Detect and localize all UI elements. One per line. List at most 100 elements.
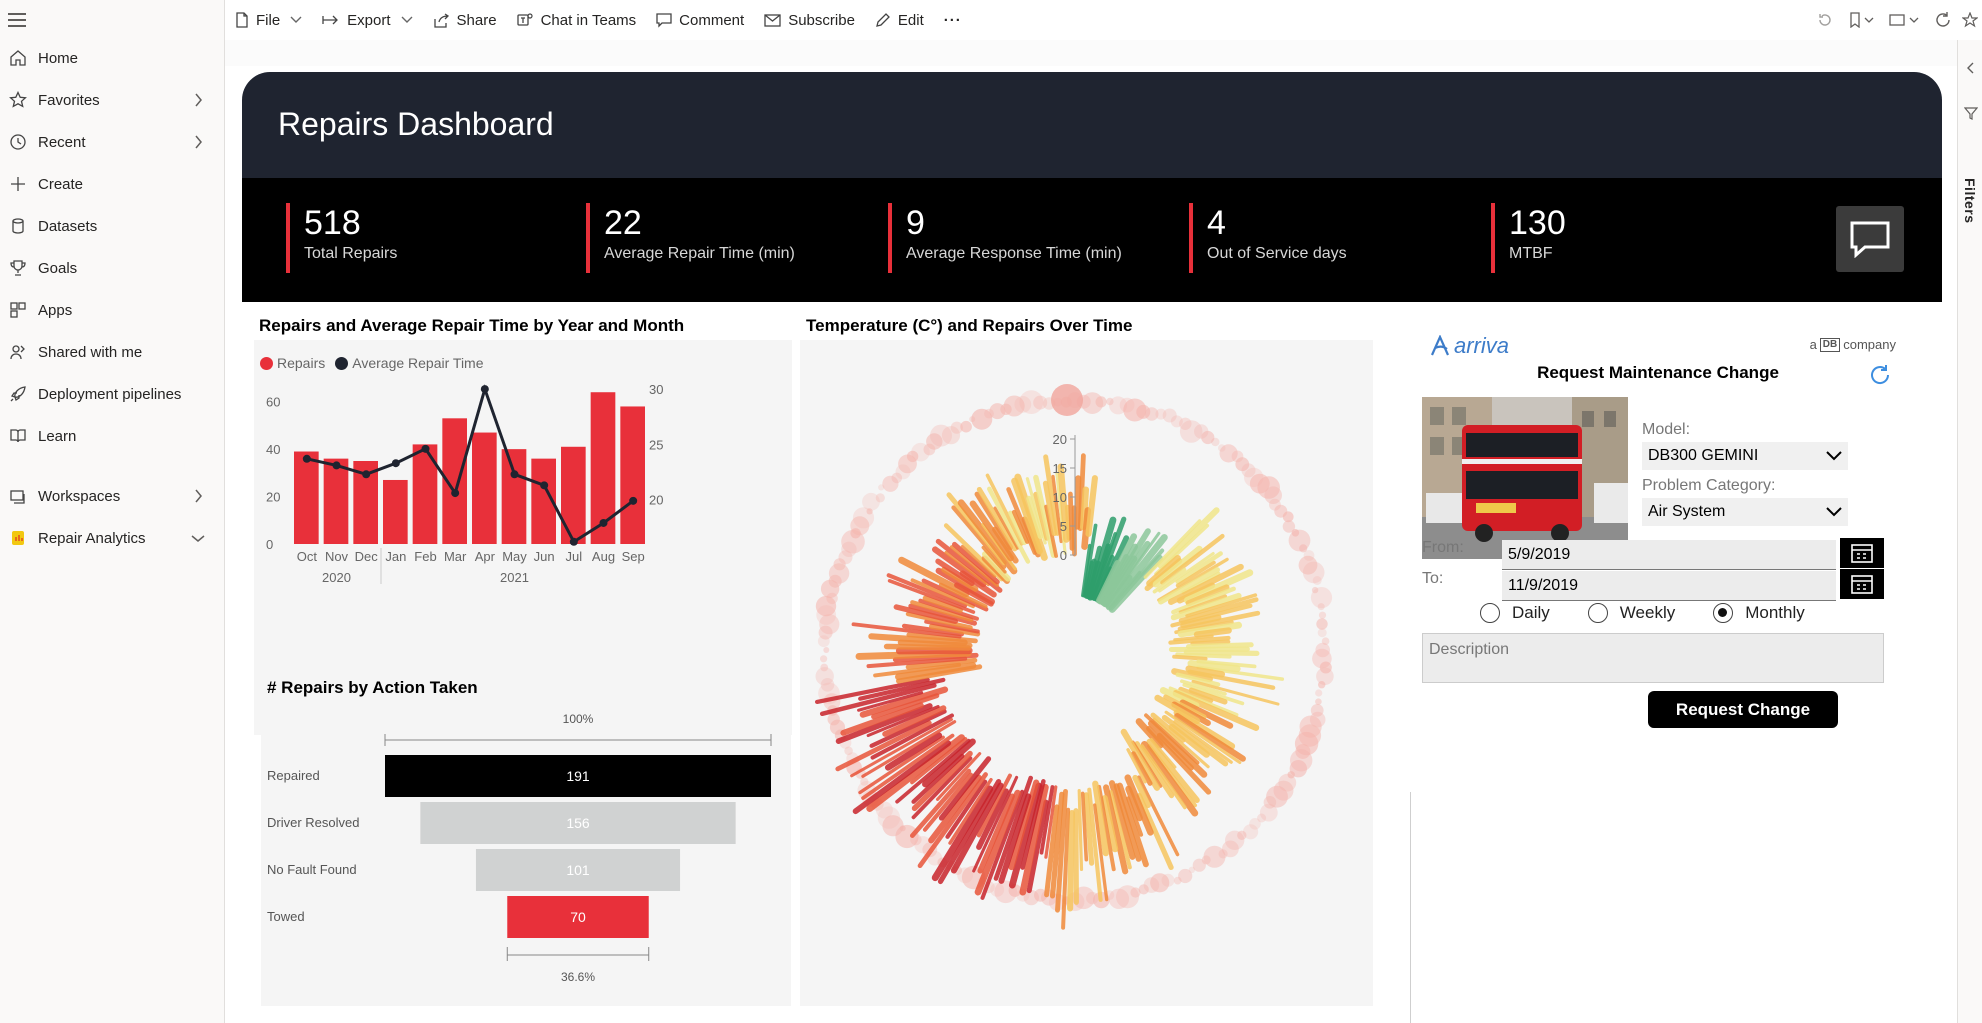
kpi-label: Average Repair Time (min) <box>604 245 795 263</box>
point-mar <box>451 489 459 497</box>
bar-may <box>502 449 527 544</box>
point-dec <box>362 470 370 478</box>
kpi-average-response-time: 9 Average Response Time (min) <box>888 203 1122 273</box>
nav-label: Workspaces <box>38 488 120 505</box>
point-may <box>511 470 519 478</box>
chart-repairs-title: Repairs and Average Repair Time by Year … <box>259 316 684 336</box>
filters-pane[interactable]: Filters <box>1957 40 1982 1023</box>
share-icon <box>433 13 450 28</box>
chevron-left-icon[interactable] <box>1966 62 1976 74</box>
funnel-category-label: Towed <box>267 909 305 924</box>
x-tick-label: Apr <box>475 549 496 564</box>
nav-label: Deployment pipelines <box>38 386 181 403</box>
repairs-bubble <box>1318 628 1327 637</box>
report-title: Repairs Dashboard <box>278 106 554 143</box>
radio-daily[interactable]: Daily <box>1480 603 1550 623</box>
nav-item-repair-analytics[interactable]: Repair Analytics <box>0 520 225 556</box>
hamburger-menu-icon[interactable] <box>8 13 26 27</box>
model-dropdown[interactable]: DB300 GEMINI <box>1642 442 1848 470</box>
point-oct <box>303 455 311 463</box>
pencil-icon <box>875 12 891 28</box>
chat-button[interactable] <box>1836 206 1904 272</box>
y-right-tick-label: 30 <box>649 382 663 397</box>
temperature-petal <box>1186 652 1257 653</box>
repairs-bubble <box>1315 689 1322 696</box>
radio-circle-selected <box>1713 603 1733 623</box>
chart-temperature-svg: 05101520 <box>800 340 1373 1006</box>
refresh-icon[interactable] <box>1928 0 1958 40</box>
nav-item-home[interactable]: Home <box>0 40 225 76</box>
description-input[interactable]: Description <box>1422 633 1884 683</box>
edit-button[interactable]: Edit <box>865 0 934 40</box>
temperature-petal <box>1189 645 1252 647</box>
nav-item-datasets[interactable]: Datasets <box>0 208 225 244</box>
to-date-input[interactable]: 11/9/2019 <box>1502 571 1836 601</box>
kpi-value: 518 <box>304 203 397 243</box>
nav-item-apps[interactable]: Apps <box>0 292 225 328</box>
funnel-category-label: No Fault Found <box>267 862 357 877</box>
temperature-petal <box>1076 811 1077 903</box>
reset-icon[interactable] <box>1810 0 1840 40</box>
legend-marker-average-repair-time <box>335 357 348 370</box>
nav-label: Datasets <box>38 218 97 235</box>
repairs-bubble <box>820 655 827 662</box>
toolbar-right-actions <box>1810 0 1982 40</box>
form-divider <box>1410 792 1411 1023</box>
nav-label: Favorites <box>38 92 100 109</box>
nav-label: Recent <box>38 134 86 151</box>
nav-item-goals[interactable]: Goals <box>0 250 225 286</box>
y-left-tick-label: 0 <box>266 537 273 552</box>
chat-in-teams-button[interactable]: Chat in Teams <box>507 0 647 40</box>
repairs-bubble <box>1316 618 1327 629</box>
calendar-icon <box>1851 574 1873 594</box>
bookmark-icon[interactable] <box>1840 0 1882 40</box>
file-menu[interactable]: File <box>225 0 312 40</box>
radio-monthly[interactable]: Monthly <box>1713 603 1805 623</box>
nav-item-shared-with-me[interactable]: Shared with me <box>0 334 225 370</box>
nav-item-create[interactable]: Create <box>0 166 225 202</box>
chat-in-teams-label: Chat in Teams <box>541 12 637 29</box>
refresh-icon[interactable] <box>1868 363 1892 387</box>
share-button[interactable]: Share <box>423 0 507 40</box>
more-options-button[interactable]: ··· <box>934 0 972 40</box>
view-icon[interactable] <box>1882 0 1928 40</box>
repairs-bubble-peak <box>1051 384 1083 416</box>
share-label: Share <box>457 12 497 29</box>
nav-item-learn[interactable]: Learn <box>0 418 225 454</box>
comment-button[interactable]: Comment <box>646 0 754 40</box>
point-aug <box>600 519 608 527</box>
file-icon <box>235 12 249 28</box>
x-tick-label: Jul <box>566 549 583 564</box>
request-change-button[interactable]: Request Change <box>1648 691 1838 728</box>
nav-item-favorites[interactable]: Favorites <box>0 82 225 118</box>
temperature-petal <box>1070 813 1072 908</box>
funnel-category-label: Driver Resolved <box>267 815 359 830</box>
kpi-mtbf: 130 MTBF <box>1491 203 1566 273</box>
nav-item-workspaces[interactable]: Workspaces <box>0 478 225 514</box>
funnel-value-label: 101 <box>566 862 590 878</box>
temperature-petal <box>1174 657 1206 659</box>
apps-icon <box>0 301 30 319</box>
radio-weekly[interactable]: Weekly <box>1588 603 1675 623</box>
mail-icon <box>764 14 781 27</box>
model-value: DB300 GEMINI <box>1648 447 1758 465</box>
problem-category-dropdown[interactable]: Air System <box>1642 498 1848 526</box>
x-tick-label: Oct <box>297 549 318 564</box>
chevron-right-icon <box>189 91 207 109</box>
favorite-star-icon[interactable] <box>1958 0 1982 40</box>
to-calendar-button[interactable] <box>1840 569 1884 599</box>
export-icon <box>322 13 340 27</box>
nav-item-deployment-pipelines[interactable]: Deployment pipelines <box>0 376 225 412</box>
x-tick-label: Mar <box>444 549 467 564</box>
from-date-input[interactable]: 5/9/2019 <box>1502 540 1836 570</box>
x-tick-label: Aug <box>592 549 615 564</box>
bar-sep <box>620 406 645 544</box>
export-menu[interactable]: Export <box>312 0 422 40</box>
bar-nov <box>324 459 349 544</box>
from-calendar-button[interactable] <box>1840 538 1884 568</box>
chart-repairs-legend: Repairs Average Repair Time <box>260 355 484 371</box>
from-label: From: <box>1422 539 1464 557</box>
nav-label: Goals <box>38 260 77 277</box>
subscribe-button[interactable]: Subscribe <box>754 0 865 40</box>
nav-item-recent[interactable]: Recent <box>0 124 225 160</box>
